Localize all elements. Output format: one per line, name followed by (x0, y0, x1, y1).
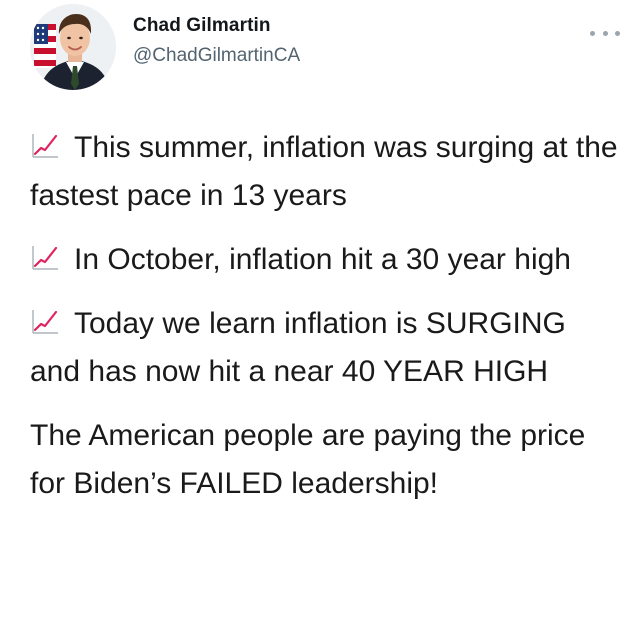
chart-increasing-icon (30, 303, 60, 334)
avatar-image (30, 4, 116, 90)
tweet-paragraph-1: This summer, inflation was surging at th… (30, 124, 620, 220)
more-dot (602, 30, 608, 36)
paragraph-text: The American people are paying the price… (30, 419, 586, 500)
paragraph-text: Today we learn inflation is SURGING and … (30, 307, 566, 388)
tweet-paragraph-2: In October, inflation hit a 30 year high (30, 236, 620, 284)
paragraph-text: This summer, inflation was surging at th… (30, 131, 618, 212)
paragraph-text: In October, inflation hit a 30 year high (74, 243, 571, 276)
tweet-header: Chad Gilmartin @ChadGilmartinCA (30, 4, 620, 94)
more-dot (615, 30, 620, 36)
user-handle[interactable]: @ChadGilmartinCA (133, 44, 300, 68)
tweet-card: Chad Gilmartin @ChadGilmartinCA This sum… (0, 0, 640, 621)
avatar[interactable] (30, 4, 116, 90)
tweet-text: This summer, inflation was surging at th… (30, 124, 620, 524)
display-name[interactable]: Chad Gilmartin (133, 14, 300, 38)
more-dot (590, 30, 595, 36)
more-icon[interactable] (590, 26, 620, 40)
chart-increasing-icon (30, 239, 60, 270)
tweet-paragraph-4: The American people are paying the price… (30, 412, 620, 508)
tweet-paragraph-3: Today we learn inflation is SURGING and … (30, 300, 620, 396)
user-names: Chad Gilmartin @ChadGilmartinCA (133, 14, 300, 68)
chart-increasing-icon (30, 127, 60, 158)
